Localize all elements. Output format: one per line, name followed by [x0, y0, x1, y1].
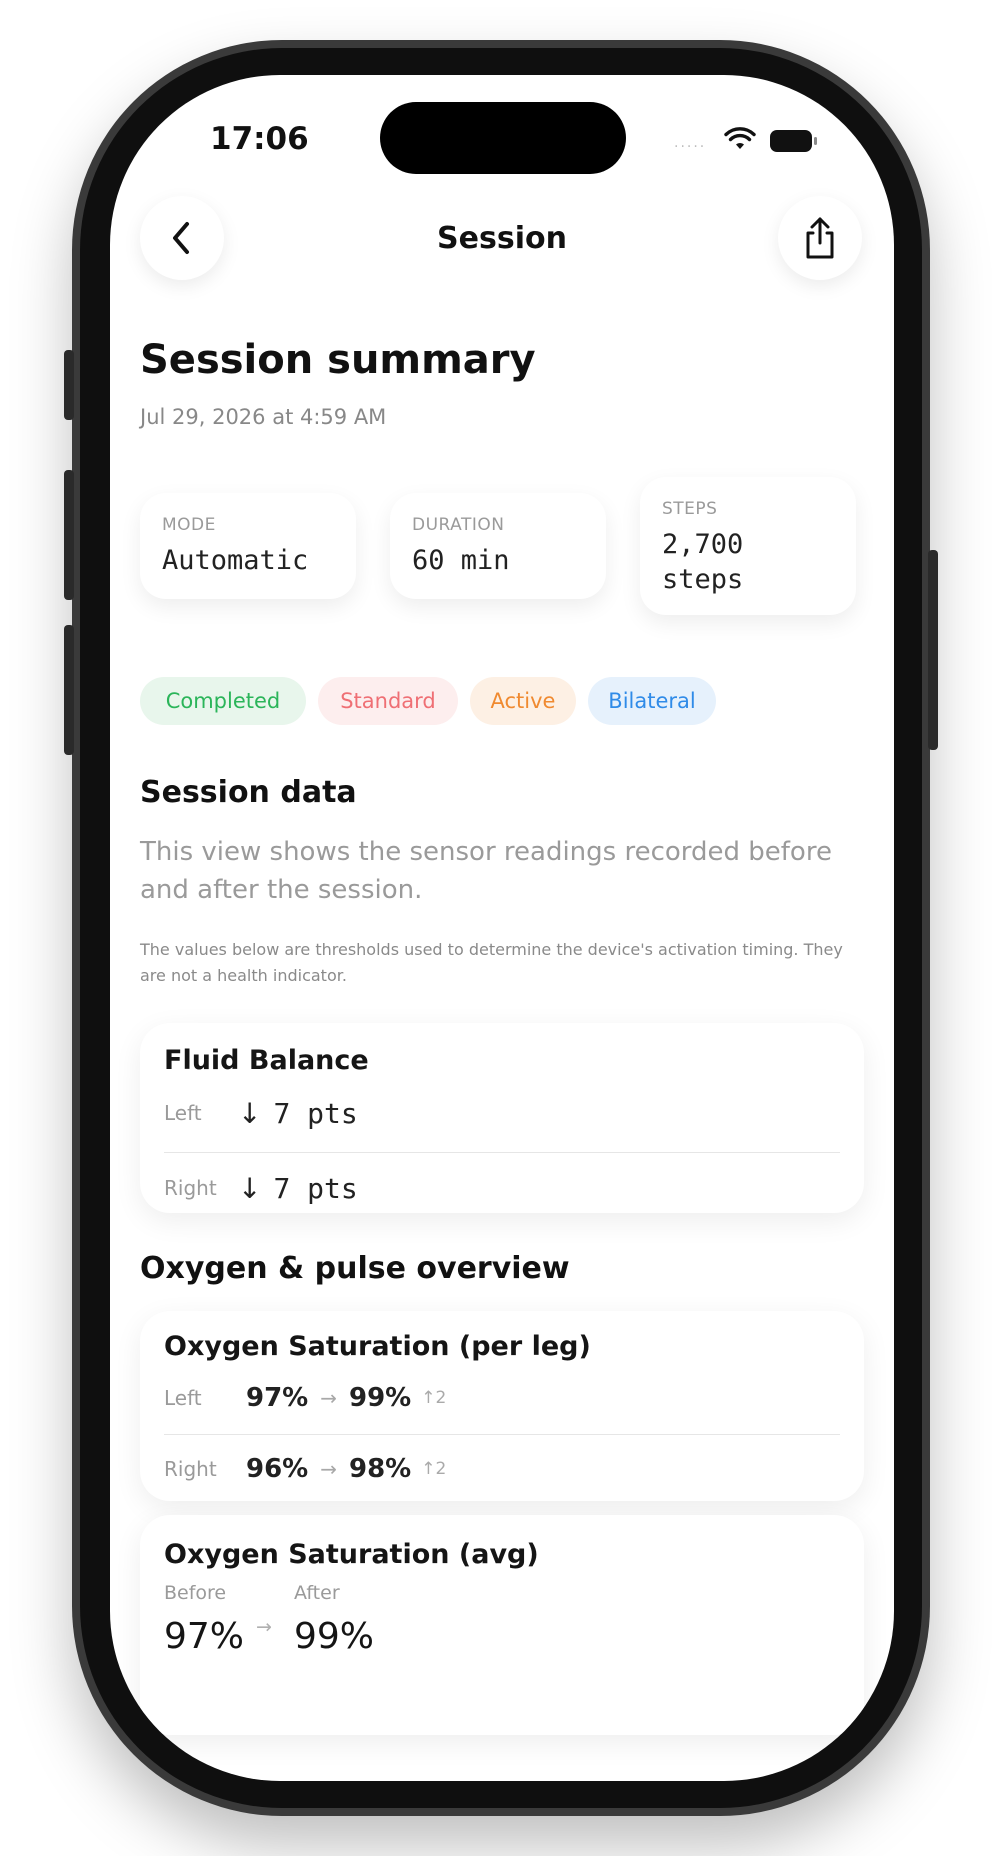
mode-label: MODE [162, 515, 216, 535]
fluid-row-left: Left ↓ 7 pts [164, 1092, 840, 1134]
oxygen-row-left: Left 97% → 99% ↑2 [164, 1378, 840, 1418]
arrow-down-icon: ↓ [238, 1096, 262, 1130]
oxygen-avg-values: Before After 97% → 99% [164, 1582, 840, 1692]
steps-card: STEPS 2,700 steps [640, 477, 856, 615]
oxygen-section-title: Oxygen & pulse overview [140, 1251, 570, 1286]
oxygen-left-before: 97% [246, 1383, 309, 1413]
session-date: Jul 29, 2026 at 4:59 AM [140, 405, 387, 429]
arrow-down-icon: ↓ [238, 1171, 262, 1205]
screen: 17:06 ..... Session Session summary Jul … [110, 75, 894, 1781]
mode-value: Automatic [162, 545, 309, 576]
mode-card: MODE Automatic [140, 493, 356, 599]
badge-active: Active [470, 677, 576, 725]
fluid-right-label: Right [164, 1176, 217, 1200]
share-button[interactable] [778, 196, 862, 280]
session-data-title: Session data [140, 775, 357, 810]
oxygen-per-leg-title: Oxygen Saturation (per leg) [164, 1331, 591, 1362]
before-label: Before [164, 1582, 227, 1604]
oxygen-avg-card: Oxygen Saturation (avg) Before After 97%… [140, 1515, 864, 1735]
oxygen-left-after: 99% [349, 1383, 412, 1413]
power-button [928, 550, 938, 750]
session-data-description: This view shows the sensor readings reco… [140, 837, 832, 905]
silent-switch [64, 350, 74, 420]
oxygen-per-leg-card: Oxygen Saturation (per leg) Left 97% → 9… [140, 1311, 864, 1501]
status-time: 17:06 [210, 121, 309, 157]
after-label: After [294, 1582, 340, 1604]
arrow-right-icon: → [320, 1386, 337, 1410]
oxygen-avg-before: 97% [164, 1616, 245, 1657]
oxygen-right-delta: ↑2 [421, 1459, 447, 1479]
badge-completed: Completed [140, 677, 306, 725]
arrow-right-icon: → [320, 1457, 337, 1481]
oxygen-right-after: 98% [349, 1454, 412, 1484]
duration-card: DURATION 60 min [390, 493, 606, 599]
battery-icon [770, 130, 817, 152]
fluid-left-value: 7 pts [273, 1096, 358, 1130]
oxygen-right-before: 96% [246, 1454, 309, 1484]
divider [164, 1152, 840, 1153]
fluid-row-right: Right ↓ 7 pts [164, 1167, 840, 1209]
duration-label: DURATION [412, 515, 505, 535]
steps-label: STEPS [662, 499, 718, 519]
fluid-balance-title: Fluid Balance [164, 1045, 369, 1076]
dynamic-island [380, 102, 626, 174]
divider [164, 1434, 840, 1435]
oxygen-left-delta: ↑2 [421, 1388, 447, 1408]
fluid-left-label: Left [164, 1101, 202, 1125]
session-data-note: The values below are thresholds used to … [140, 940, 843, 985]
wifi-icon [724, 127, 756, 149]
arrow-right-icon: → [256, 1616, 272, 1638]
signal-icon: ..... [674, 135, 707, 151]
share-icon [806, 217, 834, 259]
volume-down-button [64, 625, 74, 755]
nav-title: Session [437, 221, 567, 256]
oxygen-row-right: Right 96% → 98% ↑2 [164, 1449, 840, 1489]
oxygen-left-label: Left [164, 1386, 202, 1410]
fluid-balance-card: Fluid Balance Left ↓ 7 pts Right ↓ 7 pts [140, 1023, 864, 1213]
oxygen-avg-after: 99% [294, 1616, 375, 1657]
duration-value: 60 min [412, 545, 510, 576]
oxygen-right-label: Right [164, 1457, 217, 1481]
fluid-right-value: 7 pts [273, 1171, 358, 1205]
volume-up-button [64, 470, 74, 600]
page-title: Session summary [140, 337, 536, 383]
badge-standard: Standard [318, 677, 458, 725]
badge-bilateral: Bilateral [588, 677, 716, 725]
oxygen-avg-title: Oxygen Saturation (avg) [164, 1539, 539, 1570]
steps-value: 2,700 steps [662, 529, 744, 596]
